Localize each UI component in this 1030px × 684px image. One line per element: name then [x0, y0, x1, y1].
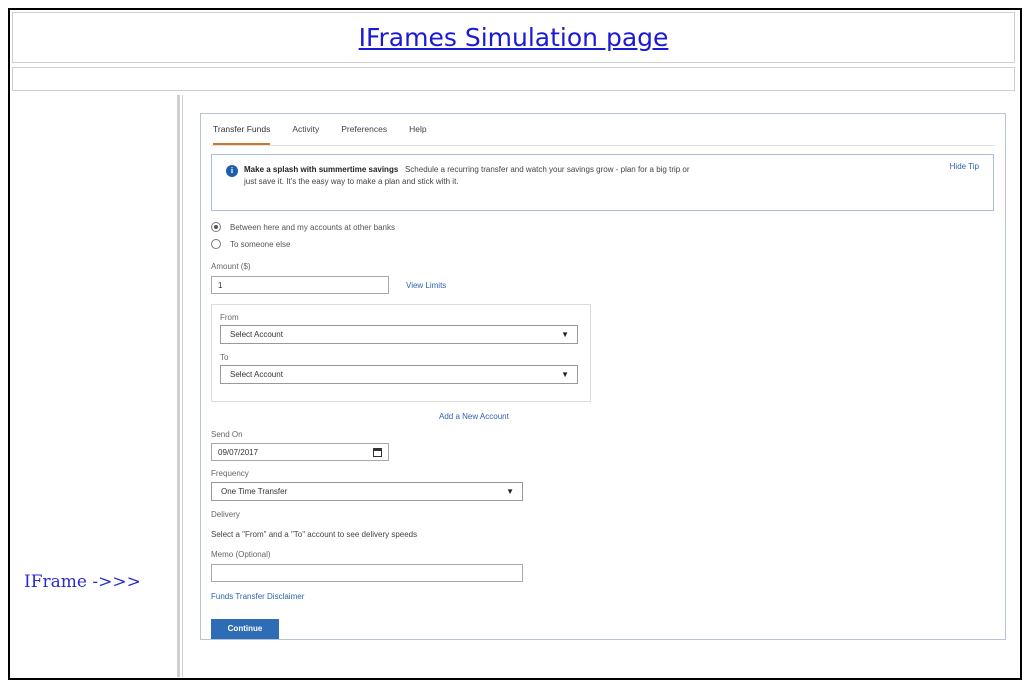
sub-header-row	[12, 67, 1015, 91]
dropdown-caret-icon: ▼	[506, 487, 514, 496]
radio-button-checked[interactable]	[211, 222, 221, 232]
calendar-icon[interactable]	[373, 448, 382, 457]
radio-button[interactable]	[211, 239, 221, 249]
tip-banner: i Make a splash with summertime savings …	[211, 154, 994, 211]
tip-text: Make a splash with summertime savings Sc…	[244, 164, 704, 188]
page-title-link[interactable]: IFrames Simulation page	[13, 23, 1014, 52]
radio-option-someone-else[interactable]: To someone else	[211, 239, 290, 249]
to-account-value: Select Account	[230, 370, 283, 379]
amount-label: Amount ($)	[211, 262, 251, 271]
radio-label-someone-else: To someone else	[230, 239, 291, 249]
memo-input[interactable]	[211, 564, 523, 582]
tab-activity[interactable]: Activity	[292, 120, 319, 145]
to-account-select[interactable]: Select Account ▼	[220, 365, 578, 384]
iframe-label: IFrame ->>>	[24, 572, 141, 592]
dropdown-caret-icon: ▼	[561, 330, 569, 339]
send-on-date-value: 09/07/2017	[218, 448, 259, 457]
info-icon: i	[226, 165, 238, 177]
tab-bar: Transfer Funds Activity Preferences Help	[213, 120, 449, 145]
frequency-select[interactable]: One Time Transfer ▼	[211, 482, 523, 501]
tip-heading: Make a splash with summertime savings	[244, 165, 399, 174]
from-label: From	[220, 313, 239, 322]
radio-option-other-banks[interactable]: Between here and my accounts at other ba…	[211, 222, 395, 232]
tab-preferences[interactable]: Preferences	[341, 120, 387, 145]
continue-button[interactable]: Continue	[211, 619, 279, 639]
hide-tip-link[interactable]: Hide Tip	[950, 162, 979, 171]
tab-transfer-funds[interactable]: Transfer Funds	[213, 120, 271, 145]
funds-transfer-disclaimer-link[interactable]: Funds Transfer Disclaimer	[211, 592, 304, 601]
add-new-account-link[interactable]: Add a New Account	[439, 412, 509, 421]
from-account-value: Select Account	[230, 330, 283, 339]
frequency-value: One Time Transfer	[221, 487, 288, 496]
account-selection-box: From Select Account ▼ To Select Account …	[211, 304, 591, 402]
memo-label: Memo (Optional)	[211, 550, 271, 559]
radio-label-other-banks: Between here and my accounts at other ba…	[230, 222, 395, 232]
header-row: IFrames Simulation page	[12, 12, 1015, 63]
tab-divider	[211, 145, 995, 146]
view-limits-link[interactable]: View Limits	[406, 281, 446, 290]
amount-input[interactable]: 1	[211, 276, 389, 294]
from-account-select[interactable]: Select Account ▼	[220, 325, 578, 344]
send-on-label: Send On	[211, 430, 243, 439]
tab-help[interactable]: Help	[409, 120, 426, 145]
transfer-funds-panel: Transfer Funds Activity Preferences Help…	[200, 113, 1006, 640]
send-on-date-input[interactable]: 09/07/2017	[211, 443, 389, 461]
frequency-label: Frequency	[211, 469, 249, 478]
delivery-label: Delivery	[211, 510, 240, 519]
dropdown-caret-icon: ▼	[561, 370, 569, 379]
to-label: To	[220, 353, 229, 362]
delivery-text: Select a "From" and a "To" account to se…	[211, 530, 418, 539]
